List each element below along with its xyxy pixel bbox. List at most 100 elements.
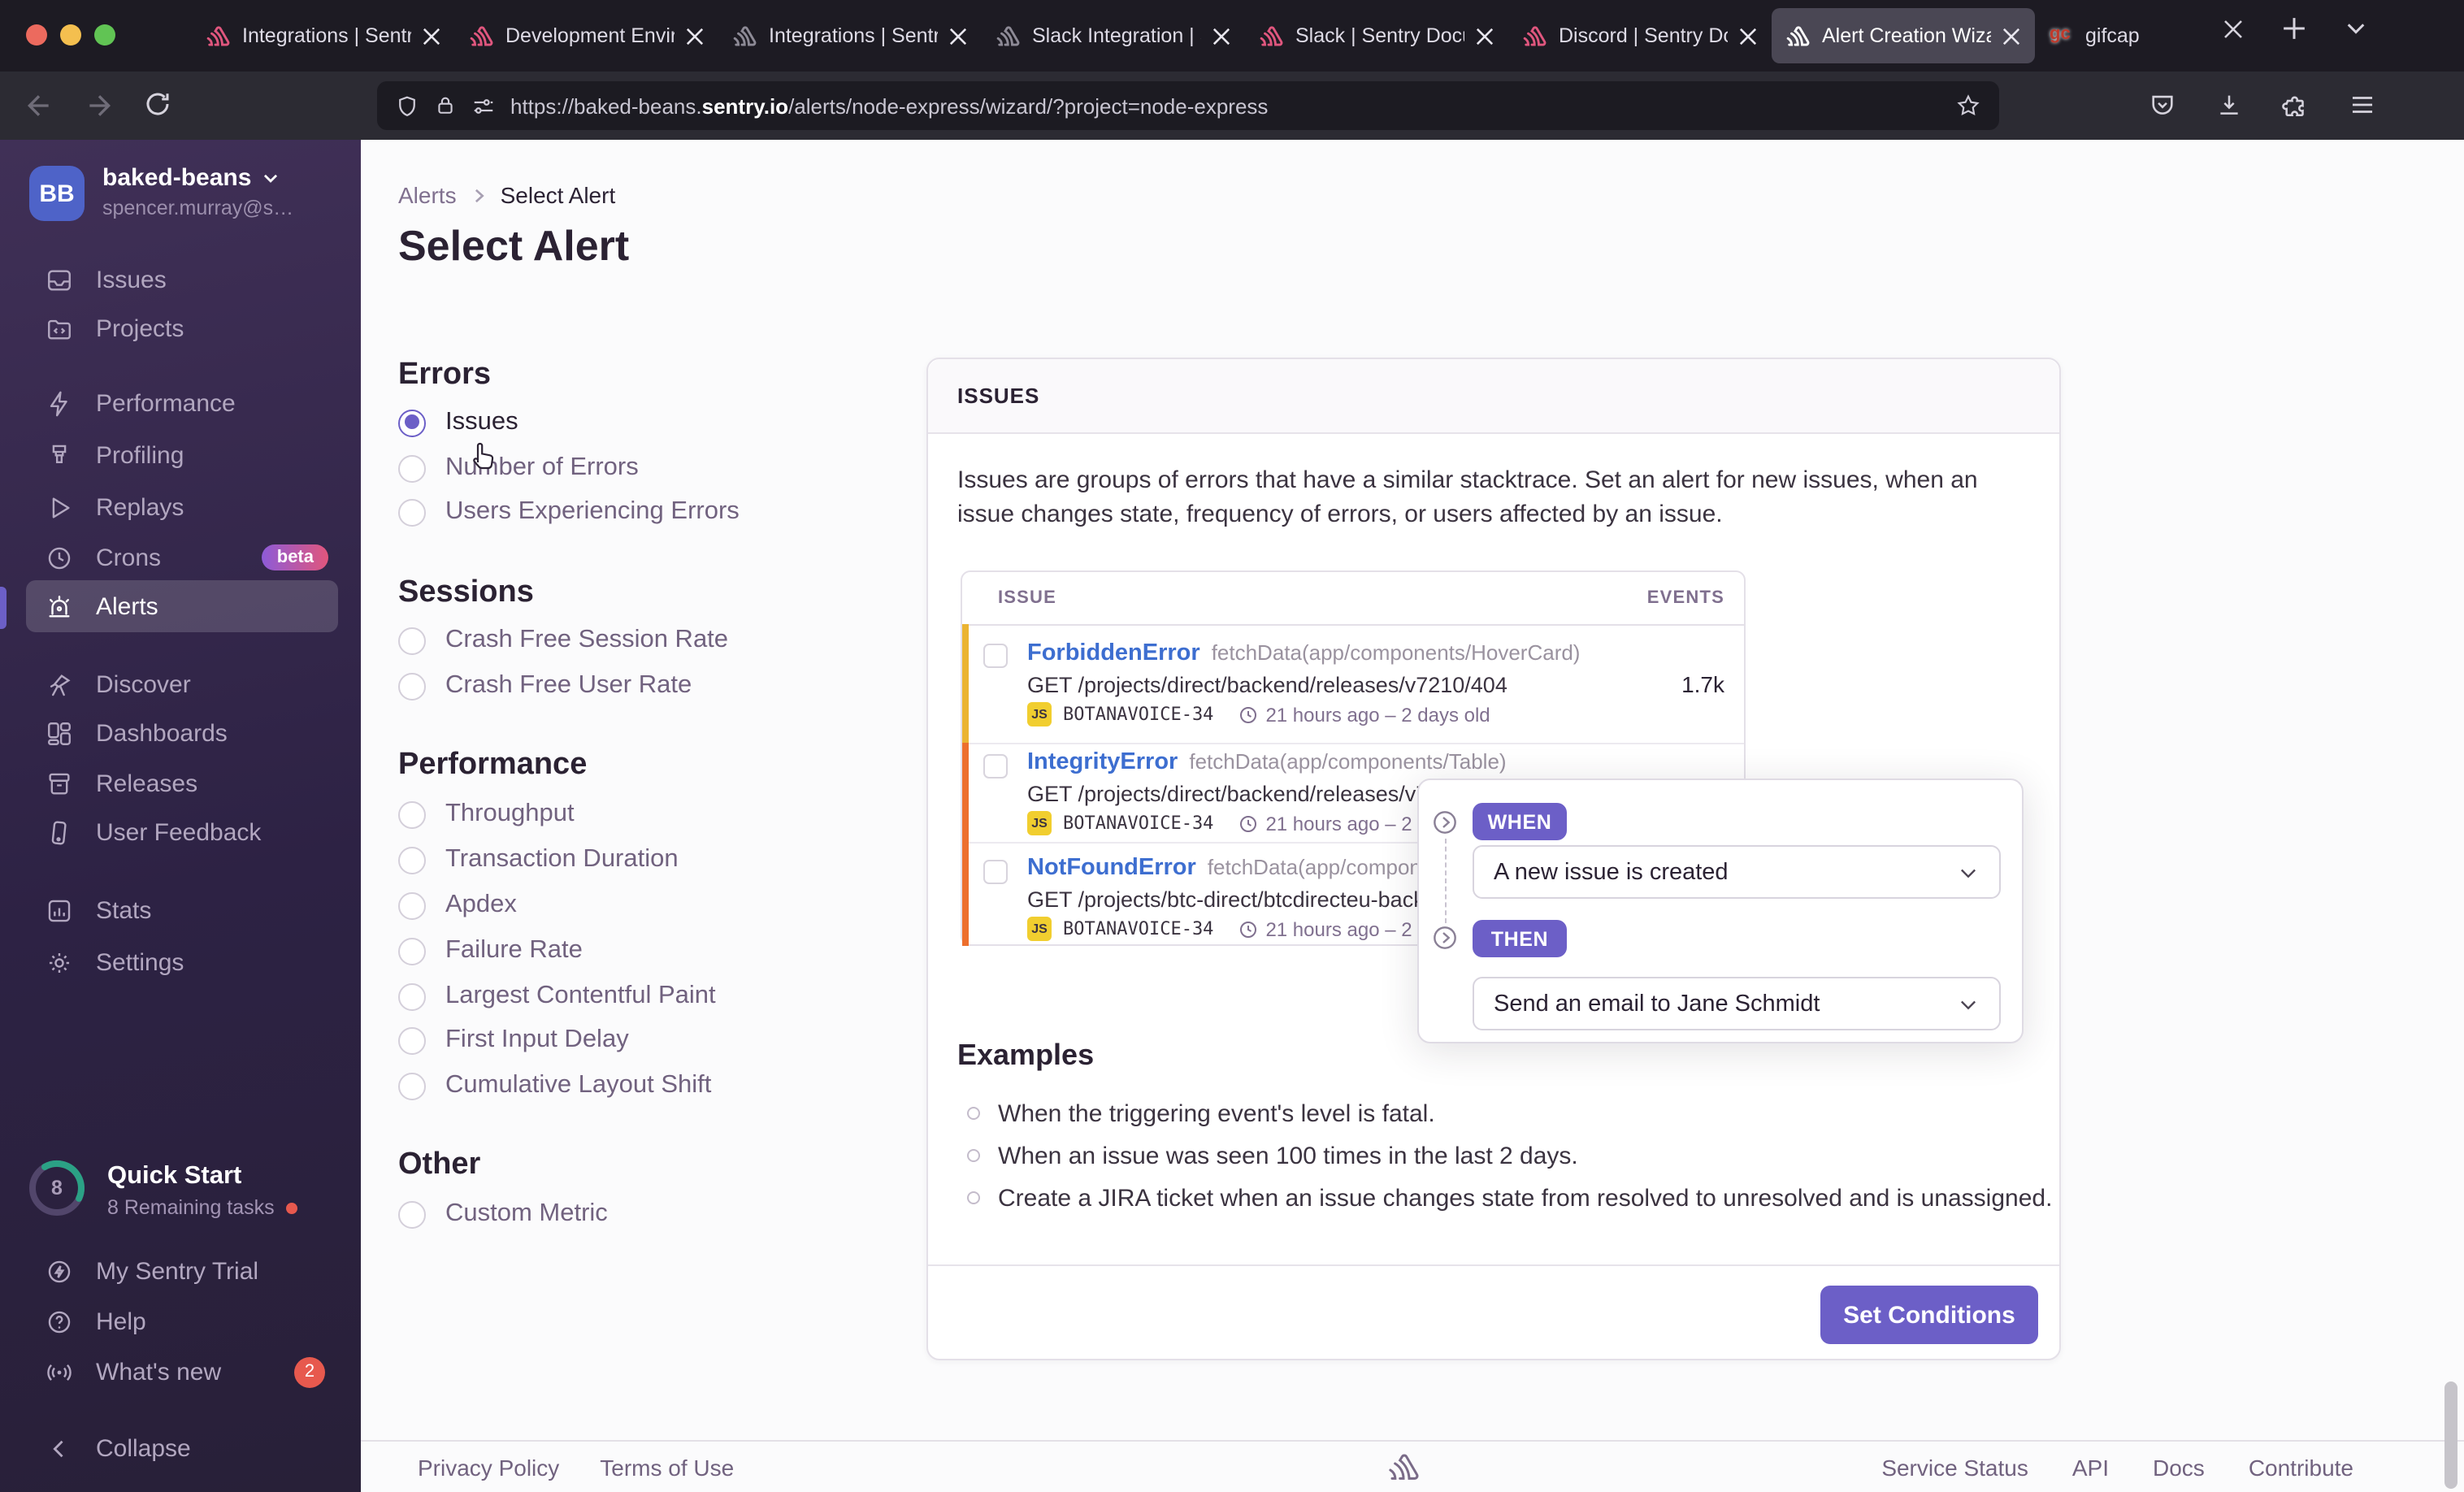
downloads-icon[interactable] — [2215, 91, 2243, 119]
radio-unselected[interactable] — [398, 672, 426, 700]
sidebar-collapse-button[interactable]: Collapse — [26, 1422, 338, 1474]
alert-option-apdex[interactable]: Apdex — [398, 883, 517, 928]
radio-unselected[interactable] — [398, 1072, 426, 1099]
sidebar-item-issues[interactable]: Issues — [26, 254, 338, 306]
tab-slack-integration[interactable]: Slack Integration | S — [982, 8, 1245, 63]
tab-integrations-2[interactable]: Integrations | Sentry — [718, 8, 982, 63]
tab-close-icon[interactable] — [2002, 27, 2020, 45]
radio-unselected[interactable] — [398, 627, 426, 654]
sidebar-item-profiling[interactable]: Profiling — [26, 429, 338, 481]
org-switcher[interactable]: baked-beans — [102, 164, 279, 192]
tab-close-icon[interactable] — [1212, 27, 1230, 45]
sidebar-item-projects[interactable]: Projects — [26, 302, 338, 354]
lock-icon[interactable] — [434, 94, 457, 117]
radio-unselected[interactable] — [398, 800, 426, 828]
sidebar-item-stats[interactable]: Stats — [26, 884, 338, 936]
sidebar-item-settings[interactable]: Settings — [26, 936, 338, 988]
radio-unselected[interactable] — [398, 454, 426, 482]
radio-selected[interactable] — [398, 409, 426, 436]
tracking-protection-shield-icon[interactable] — [395, 93, 419, 118]
then-action-select[interactable]: Send an email to Jane Schmidt — [1473, 977, 2001, 1030]
option-label: Failure Rate — [445, 936, 583, 964]
radio-unselected[interactable] — [398, 498, 426, 526]
sidebar-item-replays[interactable]: Replays — [26, 481, 338, 533]
sidebar-item-label: Dashboards — [96, 719, 228, 747]
archive-box-icon — [46, 770, 73, 797]
close-window-button[interactable] — [26, 24, 47, 46]
sidebar-item-dashboards[interactable]: Dashboards — [26, 707, 338, 759]
permissions-icon[interactable] — [471, 93, 496, 118]
org-avatar[interactable]: BB — [29, 166, 85, 221]
alert-option-number-of-errors[interactable]: Number of Errors — [398, 445, 639, 491]
pocket-icon[interactable] — [2149, 91, 2176, 119]
tab-close-icon[interactable] — [423, 27, 440, 45]
back-button[interactable] — [23, 89, 55, 122]
alert-option-issues[interactable]: Issues — [398, 400, 518, 445]
tab-close-icon[interactable] — [686, 27, 704, 45]
alert-option-cumulative-layout-shift[interactable]: Cumulative Layout Shift — [398, 1063, 711, 1108]
breadcrumb-alerts-link[interactable]: Alerts — [398, 182, 457, 208]
radio-unselected[interactable] — [398, 1200, 426, 1228]
alert-option-custom-metric[interactable]: Custom Metric — [398, 1191, 608, 1237]
zoom-window-button[interactable] — [94, 24, 115, 46]
alert-option-first-input-delay[interactable]: First Input Delay — [398, 1017, 629, 1063]
docs-link[interactable]: Docs — [2153, 1455, 2205, 1481]
alert-option-largest-contentful-paint[interactable]: Largest Contentful Paint — [398, 974, 716, 1019]
issue-checkbox[interactable] — [983, 644, 1008, 668]
new-tab-icon[interactable] — [2282, 16, 2306, 41]
issue-link[interactable]: ForbiddenError — [1027, 640, 1200, 666]
sidebar-item-alerts[interactable]: Alerts — [26, 580, 338, 632]
extensions-puzzle-icon[interactable] — [2282, 91, 2310, 119]
when-condition-select[interactable]: A new issue is created — [1473, 845, 2001, 899]
sidebar-item-user-feedback[interactable]: User Feedback — [26, 806, 338, 858]
issue-checkbox[interactable] — [983, 860, 1008, 884]
issue-link[interactable]: NotFoundError — [1027, 855, 1196, 881]
privacy-policy-link[interactable]: Privacy Policy — [418, 1455, 559, 1481]
address-bar[interactable]: https://baked-beans.sentry.io/alerts/nod… — [377, 81, 1999, 130]
alert-option-transaction-duration[interactable]: Transaction Duration — [398, 837, 679, 883]
radio-unselected[interactable] — [398, 1026, 426, 1054]
sidebar-item-help[interactable]: Help — [26, 1295, 338, 1347]
sidebar-item-trial[interactable]: My Sentry Trial — [26, 1245, 338, 1297]
tab-alert-creation-wizard[interactable]: Alert Creation Wizar — [1772, 8, 2035, 63]
alert-option-throughput[interactable]: Throughput — [398, 792, 575, 837]
alert-option-crash-free-session-rate[interactable]: Crash Free Session Rate — [398, 618, 728, 663]
sidebar-item-whats-new[interactable]: What's new 2 — [26, 1346, 338, 1398]
set-conditions-button[interactable]: Set Conditions — [1820, 1286, 2038, 1344]
tab-integrations-1[interactable]: Integrations | Sentry — [192, 8, 455, 63]
alert-option-users-experiencing-errors[interactable]: Users Experiencing Errors — [398, 489, 740, 535]
tab-slack-docs[interactable]: Slack | Sentry Docu — [1245, 8, 1508, 63]
url-text[interactable]: https://baked-beans.sentry.io/alerts/nod… — [510, 93, 1941, 118]
api-link[interactable]: API — [2072, 1455, 2109, 1481]
tab-discord-docs[interactable]: Discord | Sentry Do — [1508, 8, 1772, 63]
tab-close-icon[interactable] — [949, 27, 967, 45]
close-tab-icon[interactable] — [2223, 19, 2243, 38]
issue-checkbox[interactable] — [983, 754, 1008, 779]
radio-unselected[interactable] — [398, 891, 426, 919]
scrollbar-thumb[interactable] — [2444, 1381, 2457, 1489]
tab-close-icon[interactable] — [1739, 27, 1757, 45]
list-tabs-chevron-icon[interactable] — [2345, 18, 2366, 39]
tab-gifcap[interactable]: gc gifcap — [2035, 8, 2217, 63]
sidebar-item-discover[interactable]: Discover — [26, 658, 338, 710]
sidebar-item-performance[interactable]: Performance — [26, 377, 338, 429]
radio-unselected[interactable] — [398, 846, 426, 874]
alert-option-failure-rate[interactable]: Failure Rate — [398, 928, 583, 974]
issue-link[interactable]: IntegrityError — [1027, 749, 1178, 775]
contribute-link[interactable]: Contribute — [2249, 1455, 2353, 1481]
active-item-indicator — [0, 587, 7, 629]
alert-option-crash-free-user-rate[interactable]: Crash Free User Rate — [398, 663, 692, 709]
minimize-window-button[interactable] — [60, 24, 81, 46]
terms-of-use-link[interactable]: Terms of Use — [600, 1455, 734, 1481]
menu-hamburger-icon[interactable] — [2349, 91, 2376, 119]
service-status-link[interactable]: Service Status — [1881, 1455, 2028, 1481]
sidebar-item-releases[interactable]: Releases — [26, 757, 338, 809]
sidebar-item-crons[interactable]: Crons beta — [26, 531, 338, 583]
radio-unselected[interactable] — [398, 982, 426, 1010]
reload-button[interactable] — [143, 89, 172, 119]
forward-button[interactable] — [83, 89, 115, 122]
radio-unselected[interactable] — [398, 937, 426, 965]
tab-close-icon[interactable] — [1476, 27, 1494, 45]
bookmark-star-icon[interactable] — [1955, 93, 1981, 119]
tab-development-environment[interactable]: Development Enviro — [455, 8, 718, 63]
